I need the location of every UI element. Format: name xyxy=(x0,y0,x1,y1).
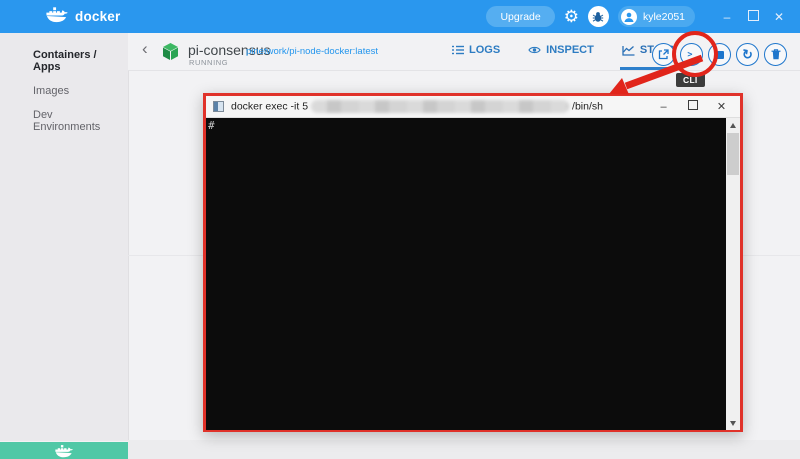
scroll-up-icon[interactable] xyxy=(726,118,740,132)
docker-running-indicator xyxy=(0,442,128,459)
app-titlebar: docker Upgrade ⚙ kyle2051 – ✕ xyxy=(0,0,800,33)
upgrade-button[interactable]: Upgrade xyxy=(486,6,555,27)
terminal-output-area[interactable]: # xyxy=(206,118,740,430)
terminal-scrollbar[interactable] xyxy=(726,118,740,430)
sidebar: Containers / Apps Images Dev Environment… xyxy=(0,33,129,441)
sidebar-item-images[interactable]: Images xyxy=(0,79,128,103)
container-status: RUNNING xyxy=(189,58,229,67)
logs-icon xyxy=(452,45,464,55)
terminal-titlebar[interactable]: docker exec -it 5/bin/sh – ✕ xyxy=(206,96,740,118)
stats-chart-icon xyxy=(622,45,635,56)
shell-prompt: # xyxy=(208,119,215,132)
delete-button[interactable] xyxy=(764,43,787,66)
cli-tooltip: CLI xyxy=(676,73,705,87)
window-maximize-button[interactable] xyxy=(740,9,766,24)
console-window-icon xyxy=(213,101,224,112)
sidebar-item-dev-environments[interactable]: Dev Environments xyxy=(0,103,128,139)
stop-icon xyxy=(715,50,724,59)
restart-icon: ↻ xyxy=(740,46,755,63)
docker-desktop-window: docker Upgrade ⚙ kyle2051 – ✕ Containers… xyxy=(0,0,800,459)
image-link[interactable]: pinetwork/pi-node-docker:latest xyxy=(246,46,378,57)
terminal-minimize-button[interactable]: – xyxy=(649,101,678,113)
open-external-button[interactable] xyxy=(652,43,675,66)
redacted-container-id-blur xyxy=(311,100,570,113)
cli-button[interactable]: >_ xyxy=(680,43,703,66)
whale-status-icon xyxy=(54,444,73,457)
restart-button[interactable]: ↻ xyxy=(736,43,759,66)
container-cube-icon xyxy=(162,42,179,66)
terminal-close-button[interactable]: ✕ xyxy=(707,100,736,113)
cli-terminal-window: docker exec -it 5/bin/sh – ✕ # xyxy=(203,93,743,432)
back-chevron-button[interactable]: ‹ xyxy=(142,40,148,57)
cli-terminal-icon: >_ xyxy=(687,49,696,60)
window-close-button[interactable]: ✕ xyxy=(766,10,792,24)
tab-inspect[interactable]: INSPECT xyxy=(526,33,596,70)
container-actions: >_ ↻ xyxy=(652,43,787,66)
container-header: ‹ pi-consensus pinetwork/pi-node-docker:… xyxy=(128,33,800,71)
scroll-down-icon[interactable] xyxy=(726,416,740,430)
terminal-maximize-button[interactable] xyxy=(678,100,707,113)
docker-logo: docker xyxy=(46,6,120,28)
docker-whale-icon xyxy=(46,6,69,28)
app-title: docker xyxy=(75,9,121,24)
settings-gear-icon[interactable]: ⚙ xyxy=(564,8,579,25)
tab-logs[interactable]: LOGS xyxy=(450,33,502,70)
open-external-icon xyxy=(658,49,669,60)
window-minimize-button[interactable]: – xyxy=(714,10,740,24)
inspect-eye-icon xyxy=(528,46,541,54)
statusbar xyxy=(128,440,800,459)
tab-bar: LOGS INSPECT STATS xyxy=(450,33,677,70)
sidebar-item-containers-apps[interactable]: Containers / Apps xyxy=(0,43,128,79)
stop-button[interactable] xyxy=(708,43,731,66)
troubleshoot-bug-icon[interactable] xyxy=(587,6,609,27)
avatar-icon xyxy=(620,8,637,25)
trash-icon xyxy=(771,49,780,60)
account-menu[interactable]: kyle2051 xyxy=(617,6,695,27)
scrollbar-thumb[interactable] xyxy=(727,133,739,175)
username-label: kyle2051 xyxy=(642,10,685,23)
terminal-title: docker exec -it 5/bin/sh xyxy=(231,100,603,113)
